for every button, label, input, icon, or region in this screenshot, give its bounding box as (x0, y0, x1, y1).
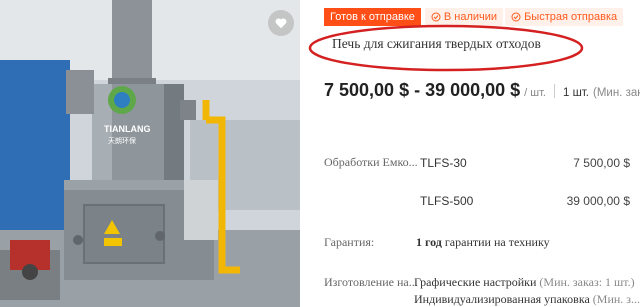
customization-packaging-text: Индивидуализированная упаковка (414, 292, 590, 306)
check-circle-icon (511, 12, 521, 22)
price-row: 7 500,00 $ - 39 000,00 $ / шт. 1 шт. (Ми… (324, 80, 640, 101)
min-order-label: (Мин. заказ (593, 87, 640, 99)
option-label: Обработки Емко... (324, 155, 418, 169)
product-title[interactable]: Печь для сжигания твердых отходов (332, 36, 541, 52)
divider (553, 83, 555, 98)
product-photo[interactable]: TIANLANG 天朗环保 (0, 0, 300, 307)
brand-text: TIANLANG (104, 124, 151, 134)
variant-option[interactable]: TLFS-30 7 500,00 $ (420, 156, 630, 176)
variant-price: 7 500,00 $ (573, 156, 630, 170)
variant-name: TLFS-30 (420, 156, 467, 170)
incinerator-image: TIANLANG 天朗环保 (0, 0, 300, 307)
variant-name: TLFS-500 (420, 194, 474, 208)
warranty-value: 1 год гарантии на технику (416, 235, 550, 250)
customization-packaging-note: (Мин. з... (592, 292, 640, 306)
price-range: 7 500,00 $ - 39 000,00 $ (324, 80, 521, 100)
customization-graphic-text: Графические настройки (414, 275, 537, 289)
product-info-panel: Готов к отправке В наличии Быстрая отпра… (300, 0, 640, 307)
brand-subtext: 天朗环保 (108, 136, 136, 145)
warranty-duration: 1 год (416, 235, 442, 249)
customization-graphic[interactable]: Графические настройки (Мин. заказ: 1 шт.… (414, 275, 635, 290)
customization-label: Изготовление на... (324, 275, 418, 289)
heart-icon (275, 18, 287, 29)
warranty-label: Гарантия: (324, 235, 375, 249)
favorite-button[interactable] (268, 10, 294, 36)
customization-graphic-note: (Мин. заказ: 1 шт.) (539, 275, 635, 289)
variant-price: 39 000,00 $ (566, 194, 630, 208)
customization-packaging[interactable]: Индивидуализированная упаковка (Мин. з..… (414, 292, 640, 307)
min-order-value: 1 шт. (562, 87, 589, 99)
warranty-description: гарантии на технику (444, 235, 550, 249)
check-circle-icon (431, 12, 441, 22)
variant-option[interactable]: TLFS-500 39 000,00 $ (420, 194, 630, 214)
price-unit: / шт. (524, 87, 546, 99)
